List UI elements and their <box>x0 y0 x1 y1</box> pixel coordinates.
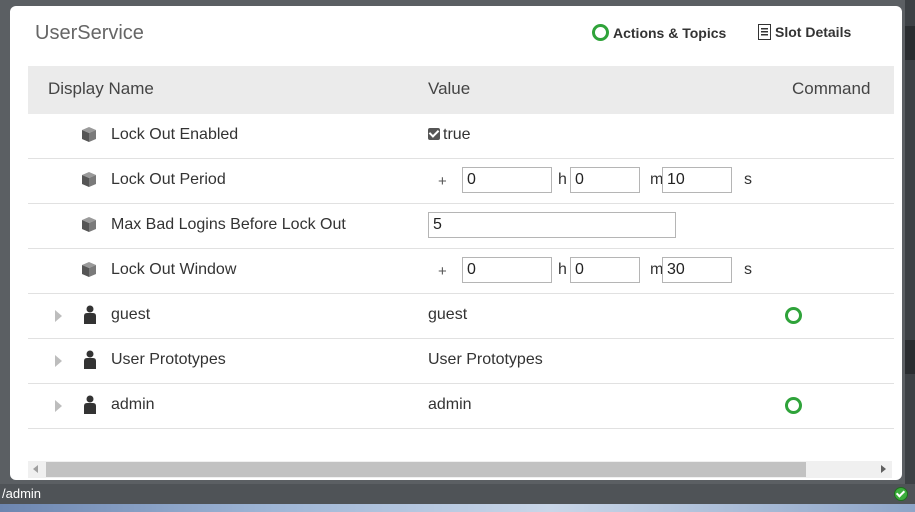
panel-title: UserService <box>35 22 144 44</box>
user-icon <box>83 395 97 414</box>
table-row[interactable]: Max Bad Logins Before Lock Out <box>28 204 894 249</box>
column-header-value[interactable]: Value <box>428 79 470 99</box>
sign-label[interactable]: + <box>438 263 447 280</box>
slot-details-button[interactable]: Slot Details <box>758 24 851 40</box>
table-row[interactable]: Lock Out Period + h m s <box>28 159 894 204</box>
horizontal-scrollbar[interactable] <box>28 461 892 478</box>
property-table: Display Name Value Command Lock Out Enab… <box>28 66 894 429</box>
status-ok-icon <box>894 487 908 501</box>
property-icon <box>80 125 98 143</box>
hours-unit: h <box>558 171 567 188</box>
scrollbar-thumb[interactable] <box>46 462 806 477</box>
table-row[interactable]: Lock Out Enabled true <box>28 114 894 159</box>
property-name: Max Bad Logins Before Lock Out <box>111 216 346 233</box>
hours-input[interactable] <box>462 167 552 193</box>
table-row[interactable]: User Prototypes User Prototypes <box>28 339 894 384</box>
seconds-unit: s <box>744 171 752 188</box>
sign-label[interactable]: + <box>438 173 447 190</box>
hours-unit: h <box>558 261 567 278</box>
panel-header: UserService Actions & Topics Slot Detail… <box>10 6 902 64</box>
seconds-unit: s <box>744 261 752 278</box>
status-path: /admin <box>2 486 42 501</box>
user-name: User Prototypes <box>111 351 226 368</box>
column-header-command[interactable]: Command <box>792 79 870 99</box>
user-icon <box>83 350 97 369</box>
expand-arrow-icon[interactable] <box>55 400 62 412</box>
background-right-strip <box>905 0 915 490</box>
scroll-left-icon[interactable] <box>33 465 38 473</box>
lock-out-enabled-value[interactable]: true <box>428 126 471 144</box>
background-notch <box>905 340 915 374</box>
document-icon <box>758 24 771 40</box>
scroll-right-icon[interactable] <box>881 465 886 473</box>
user-name: admin <box>111 396 155 413</box>
column-header-display-name[interactable]: Display Name <box>48 79 154 99</box>
slot-details-label: Slot Details <box>775 24 852 40</box>
table-row[interactable]: Lock Out Window + h m s <box>28 249 894 294</box>
expand-arrow-icon[interactable] <box>55 310 62 322</box>
ring-icon[interactable] <box>785 397 802 414</box>
property-name: Lock Out Enabled <box>111 126 239 143</box>
checkbox-icon[interactable] <box>428 128 440 140</box>
background-desktop <box>0 504 915 512</box>
status-bar: /admin <box>0 484 915 504</box>
seconds-input[interactable] <box>662 167 732 193</box>
expand-arrow-icon[interactable] <box>55 355 62 367</box>
user-name: guest <box>111 306 151 323</box>
minutes-input[interactable] <box>570 167 640 193</box>
user-value: admin <box>428 396 472 413</box>
property-icon <box>80 215 98 233</box>
user-value: User Prototypes <box>428 351 543 368</box>
property-icon <box>80 260 98 278</box>
minutes-input[interactable] <box>570 257 640 283</box>
actions-topics-button[interactable]: Actions & Topics <box>592 24 726 41</box>
user-value: guest <box>428 306 468 323</box>
ring-icon[interactable] <box>785 307 802 324</box>
table-row[interactable]: admin admin <box>28 384 894 429</box>
actions-topics-label: Actions & Topics <box>613 24 727 41</box>
property-name: Lock Out Window <box>111 261 237 278</box>
user-service-panel: UserService Actions & Topics Slot Detail… <box>10 6 902 480</box>
table-row[interactable]: guest guest <box>28 294 894 339</box>
ring-icon <box>592 24 609 41</box>
property-name: Lock Out Period <box>111 171 226 188</box>
checkbox-label: true <box>443 126 471 143</box>
seconds-input[interactable] <box>662 257 732 283</box>
hours-input[interactable] <box>462 257 552 283</box>
background-notch <box>905 26 915 60</box>
table-header: Display Name Value Command <box>28 66 894 114</box>
property-icon <box>80 170 98 188</box>
user-icon <box>83 305 97 324</box>
max-bad-logins-input[interactable] <box>428 212 676 238</box>
